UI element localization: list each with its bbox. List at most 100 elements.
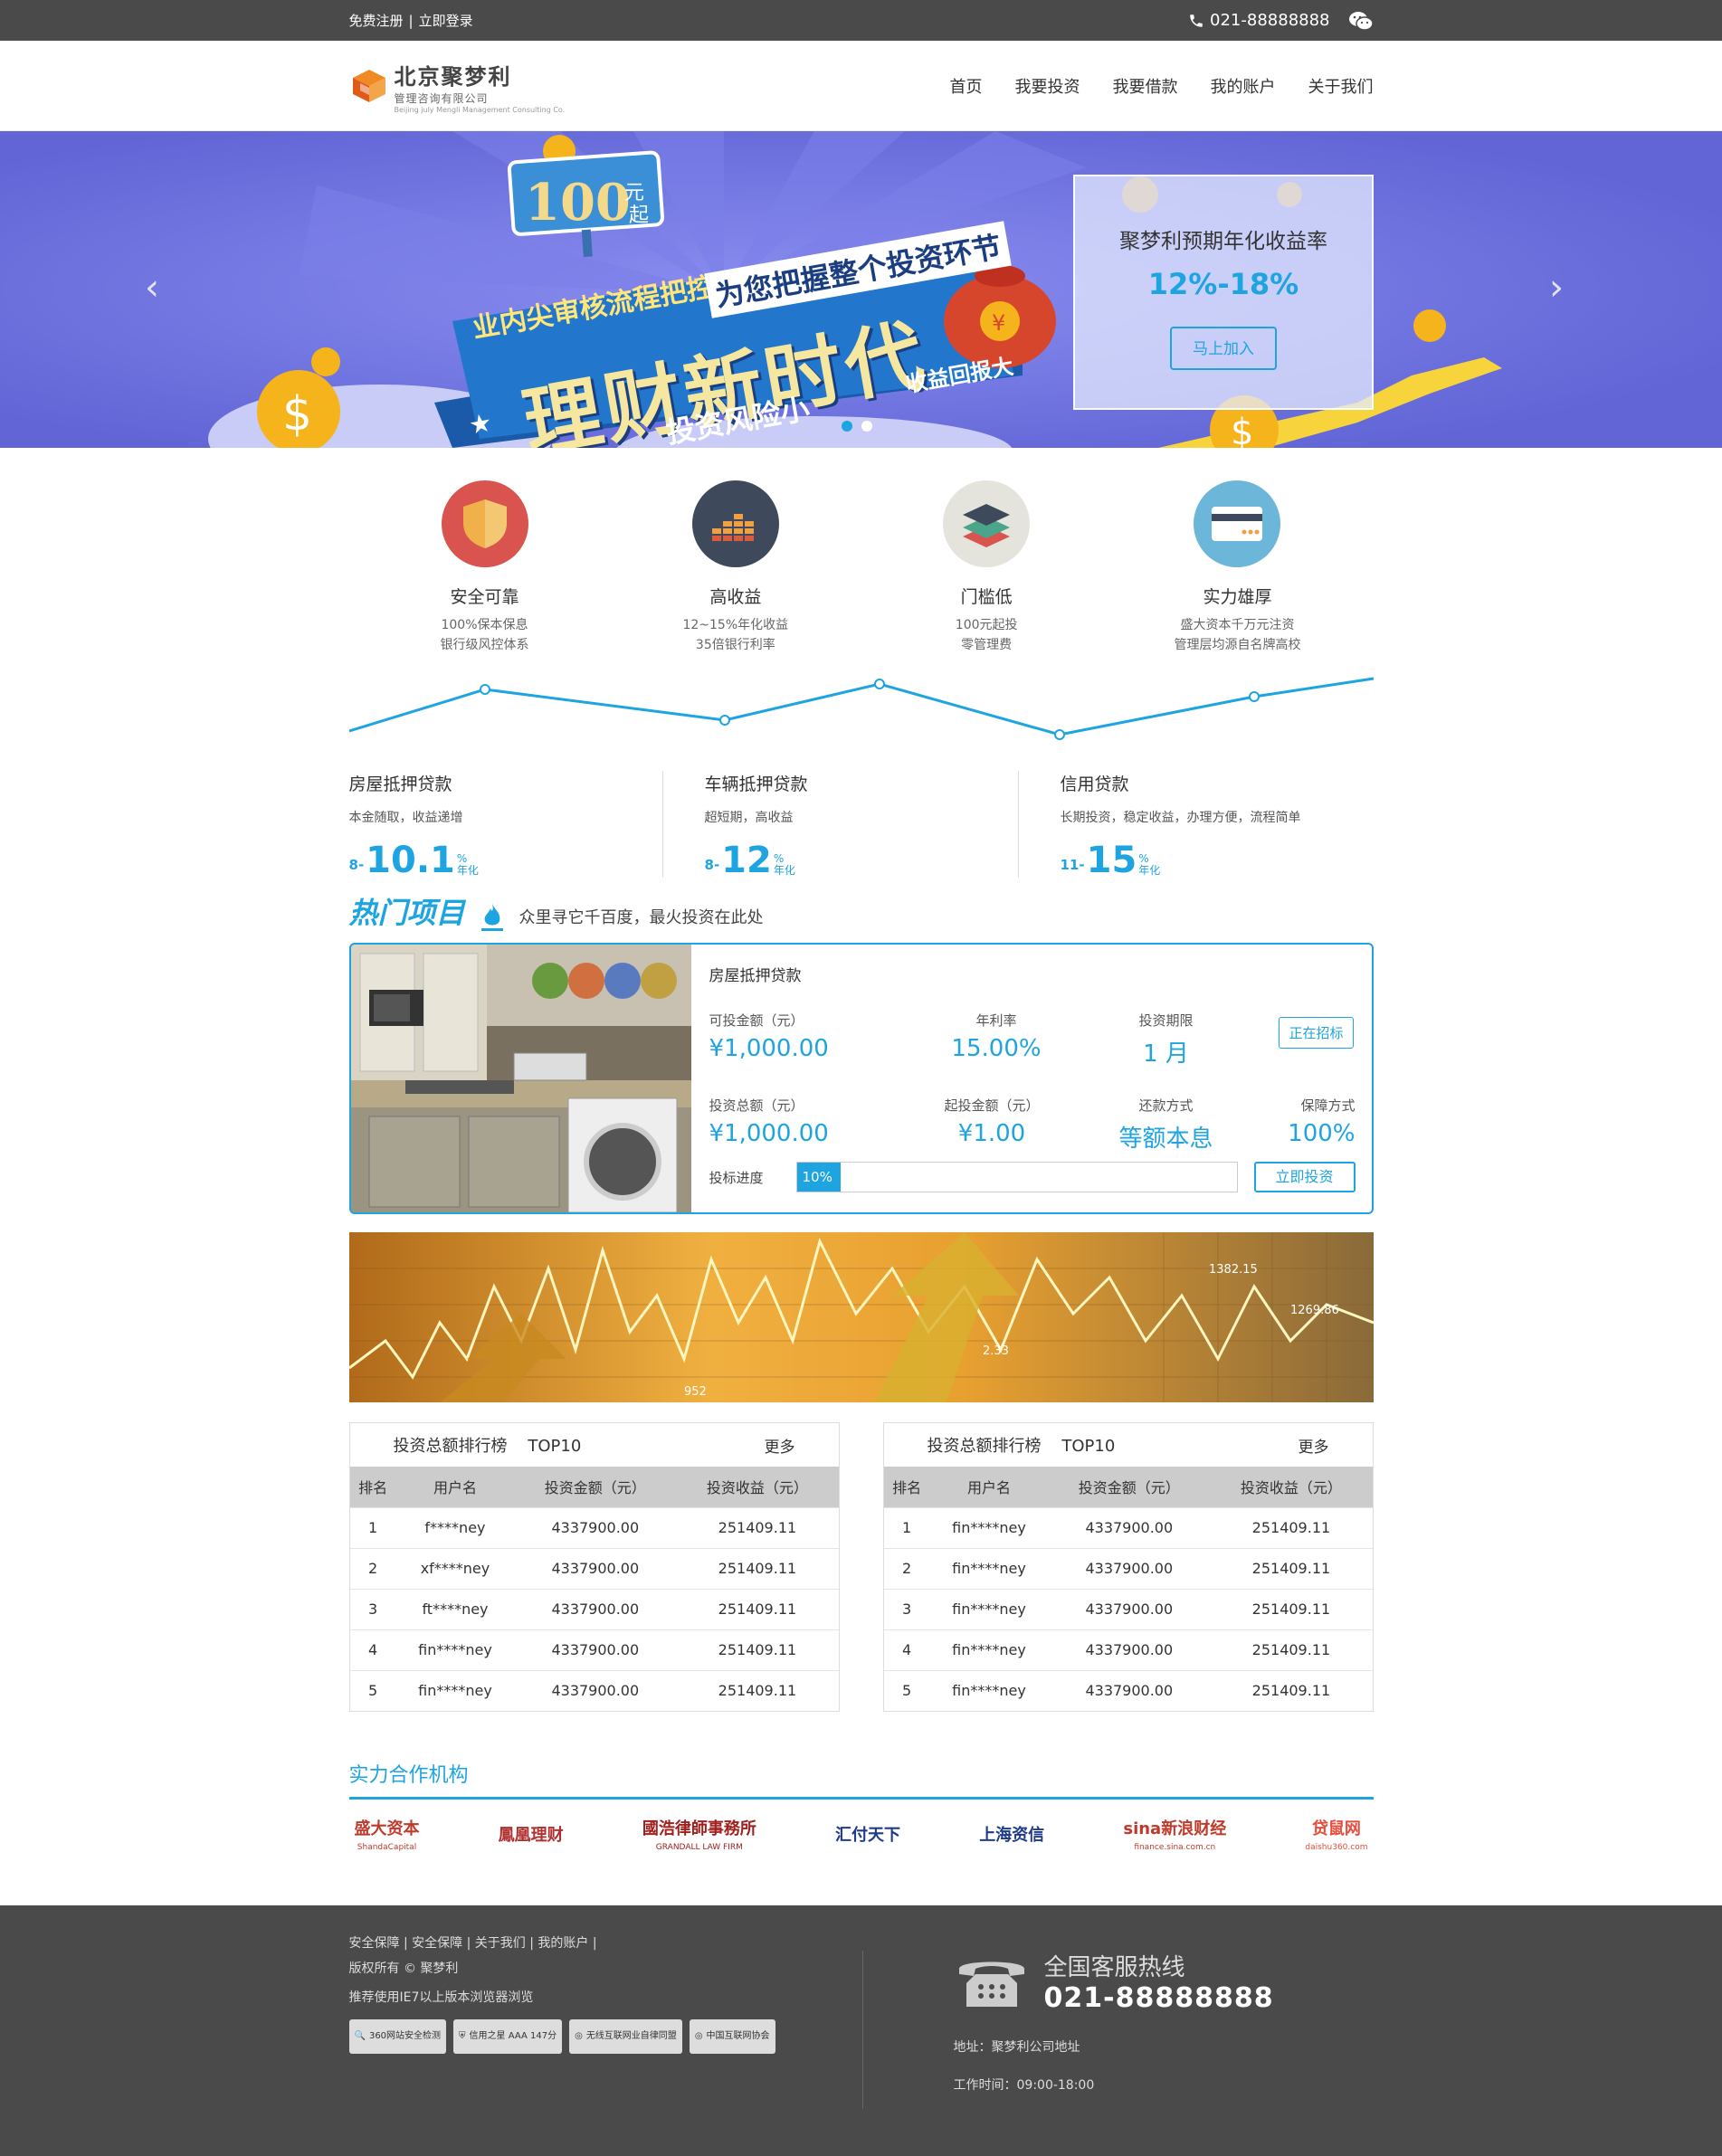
svg-text:$: $ bbox=[1231, 412, 1253, 448]
progress-label: 投标进度 bbox=[709, 1169, 764, 1186]
stock-label-1: 1382.15 bbox=[1209, 1263, 1258, 1277]
phone-number: 021-88888888 bbox=[1210, 11, 1330, 30]
partner-subtitle: ShandaCapital bbox=[357, 1843, 417, 1852]
table-row: 2 fin****ney 4337900.00 251409.11 bbox=[883, 1547, 1373, 1589]
rank-header: 投资总额排行榜 TOP10 更多 bbox=[350, 1423, 839, 1467]
income-cell: 251409.11 bbox=[1210, 1588, 1373, 1629]
partner-logo[interactable]: 鳳凰理财 bbox=[499, 1822, 564, 1846]
stock-chart-banner[interactable]: 1382.15 1269.86 2.33 952 bbox=[348, 1232, 1374, 1402]
badge-360[interactable]: 🔍 360网站安全检测 bbox=[348, 2019, 447, 2054]
browser-note: 推荐使用IE7以上版本浏览器浏览 bbox=[348, 1990, 534, 2005]
rate-box: 聚梦利预期年化收益率 12%-18% 马上加入 bbox=[1073, 175, 1374, 410]
income-cell: 251409.11 bbox=[676, 1547, 839, 1589]
partner-name: 國浩律師事務所 bbox=[642, 1819, 756, 1838]
footer-right: 全国客服热线 021-88888888 地址：聚梦利公司地址 工作时间：09:0… bbox=[863, 1905, 1274, 2156]
banner-prev-arrow[interactable]: ‹ bbox=[145, 267, 159, 309]
address: 地址：聚梦利公司地址 bbox=[953, 2040, 1080, 2055]
table-row: 5 fin****ney 4337900.00 251409.11 bbox=[883, 1669, 1373, 1711]
nav-account[interactable]: 我的账户 bbox=[1211, 74, 1276, 98]
footer-link[interactable]: 关于我们 bbox=[475, 1936, 526, 1951]
loan-house[interactable]: 房屋抵押贷款 本金随取，收益递增 8-10.1% 年化 bbox=[349, 771, 663, 879]
username-cell: xf****ney bbox=[395, 1547, 515, 1589]
footer: 安全保障 | 安全保障 | 关于我们 | 我的账户 | 版权所有 © 聚梦利 推… bbox=[0, 1905, 1722, 2156]
feature-secure: 安全可靠 100%保本保息 银行级风控体系 bbox=[395, 480, 576, 655]
stock-label-3: 2.33 bbox=[983, 1344, 1009, 1358]
rank-cell: 2 bbox=[883, 1547, 930, 1589]
wechat-icon[interactable] bbox=[1348, 10, 1374, 32]
loan-rate: 8-12% 年化 bbox=[704, 840, 795, 881]
features: 安全可靠 100%保本保息 银行级风控体系 高收益 12~15%年化收益 35倍银行… bbox=[349, 448, 1374, 655]
logo-english: Beijing july Mengli Management Consultin… bbox=[394, 105, 566, 114]
badge-credit[interactable]: ⛨ 信用之星 AAA 147分 bbox=[453, 2019, 563, 2054]
feature-desc: 100元起投 零管理费 bbox=[955, 618, 1018, 652]
nav-borrow[interactable]: 我要借款 bbox=[1113, 74, 1178, 98]
partner-logo[interactable]: 盛大资本 ShandaCapital bbox=[355, 1816, 420, 1852]
rank-tables: 投资总额排行榜 TOP10 更多 排名 用户名 投资金额（元） 投资收益（元） 1 f*… bbox=[348, 1422, 1374, 1712]
more-link[interactable]: 更多 bbox=[765, 1434, 795, 1457]
partner-subtitle: GRANDALL LAW FIRM bbox=[655, 1843, 743, 1852]
logo[interactable]: 北京聚梦利 管理咨询有限公司 Beijing july Mengli Manag… bbox=[349, 59, 566, 114]
amount-cell: 4337900.00 bbox=[1048, 1547, 1211, 1589]
partners-title: 实力合作机构 bbox=[348, 1759, 1374, 1800]
partner-logo[interactable]: sina新浪财经 finance.sina.com.cn bbox=[1123, 1816, 1226, 1852]
svg-text:100: 100 bbox=[525, 173, 631, 233]
income-cell: 251409.11 bbox=[1210, 1506, 1373, 1548]
amount-cell: 4337900.00 bbox=[514, 1506, 677, 1548]
username-cell: fin****ney bbox=[929, 1547, 1049, 1589]
login-link[interactable]: 立即登录 bbox=[419, 11, 473, 30]
rank-table-right: 投资总额排行榜 TOP10 更多 排名 用户名 投资金额（元） 投资收益（元） 1 fi… bbox=[882, 1422, 1374, 1712]
partner-logo[interactable]: 汇付天下 bbox=[835, 1822, 900, 1846]
rank-cell: 5 bbox=[883, 1669, 930, 1711]
register-link[interactable]: 免费注册 bbox=[349, 11, 404, 30]
footer-link[interactable]: 我的账户 bbox=[538, 1936, 588, 1951]
shield-badge-icon: ⛨ bbox=[459, 2031, 466, 2041]
table-row: 5 fin****ney 4337900.00 251409.11 bbox=[349, 1669, 839, 1711]
stat-guarantee: 保障方式 100% bbox=[1288, 1097, 1356, 1147]
nav-home[interactable]: 首页 bbox=[950, 74, 983, 98]
partner-logo[interactable]: 贷鼠网 daishu360.com bbox=[1305, 1816, 1367, 1852]
kitchen-photo bbox=[350, 945, 691, 1212]
partner-logo[interactable]: 國浩律師事務所 GRANDALL LAW FIRM bbox=[642, 1816, 756, 1852]
stat-total: 投资总额（元） ¥1,000.00 bbox=[709, 1097, 829, 1147]
hotline-number: 021-88888888 bbox=[1043, 1982, 1274, 2014]
main-nav: 首页 我要投资 我要借款 我的账户 关于我们 bbox=[950, 74, 1374, 98]
join-button[interactable]: 马上加入 bbox=[1170, 327, 1277, 370]
separator: | bbox=[408, 12, 414, 29]
stat-min: 起投金额（元） ¥1.00 bbox=[944, 1097, 1040, 1147]
partner-logo[interactable]: 上海资信 bbox=[979, 1822, 1044, 1846]
loan-credit[interactable]: 信用贷款 长期投资，稳定收益，办理方便，流程简单 11-15% 年化 bbox=[1019, 771, 1374, 879]
username-cell: fin****ney bbox=[929, 1506, 1049, 1548]
telephone-icon bbox=[958, 1961, 1024, 2007]
more-link[interactable]: 更多 bbox=[1299, 1434, 1329, 1457]
partner-name: 贷鼠网 bbox=[1311, 1819, 1361, 1838]
badge-isc[interactable]: ◎ 中国互联网协会 bbox=[689, 2019, 775, 2054]
partner-name: 汇付天下 bbox=[835, 1826, 901, 1845]
project-name: 房屋抵押贷款 bbox=[709, 967, 802, 985]
loan-car[interactable]: 车辆抵押贷款 超短期，高收益 8-12% 年化 bbox=[663, 771, 1019, 881]
username-cell: fin****ney bbox=[929, 1588, 1049, 1629]
amount-cell: 4337900.00 bbox=[514, 1629, 677, 1670]
amount-cell: 4337900.00 bbox=[1048, 1506, 1211, 1548]
header: 北京聚梦利 管理咨询有限公司 Beijing july Mengli Manag… bbox=[0, 41, 1722, 131]
footer-link[interactable]: 安全保障 bbox=[349, 1936, 400, 1951]
rank-table: 排名 用户名 投资金额（元） 投资收益（元） 1 fin****ney 4337900.0… bbox=[883, 1467, 1373, 1711]
username-cell: fin****ney bbox=[395, 1629, 515, 1670]
footer-link[interactable]: 安全保障 bbox=[412, 1936, 462, 1951]
banner-next-arrow[interactable]: › bbox=[1549, 267, 1564, 309]
partner-name: 鳳凰理财 bbox=[498, 1826, 564, 1845]
nav-about[interactable]: 关于我们 bbox=[1308, 74, 1374, 98]
feature-low-threshold: 门槛低 100元起投 零管理费 bbox=[896, 480, 1077, 655]
carousel-dot-2[interactable] bbox=[861, 421, 872, 432]
nav-invest[interactable]: 我要投资 bbox=[1015, 74, 1080, 98]
partner-subtitle: finance.sina.com.cn bbox=[1134, 1843, 1216, 1852]
rank-cell: 4 bbox=[883, 1629, 930, 1670]
svg-text:元: 元 bbox=[624, 182, 644, 204]
table-row: 3 fin****ney 4337900.00 251409.11 bbox=[883, 1588, 1373, 1629]
badge-alliance[interactable]: ◎ 无线互联网业自律同盟 bbox=[569, 2019, 682, 2054]
svg-text:¥: ¥ bbox=[992, 310, 1005, 336]
layers-icon bbox=[943, 480, 1031, 567]
income-cell: 251409.11 bbox=[676, 1629, 839, 1670]
hot-subtitle: 众里寻它千百度，最火投资在此处 bbox=[519, 908, 764, 927]
invest-now-button[interactable]: 立即投资 bbox=[1253, 1162, 1356, 1192]
carousel-dot-1[interactable] bbox=[842, 421, 852, 432]
